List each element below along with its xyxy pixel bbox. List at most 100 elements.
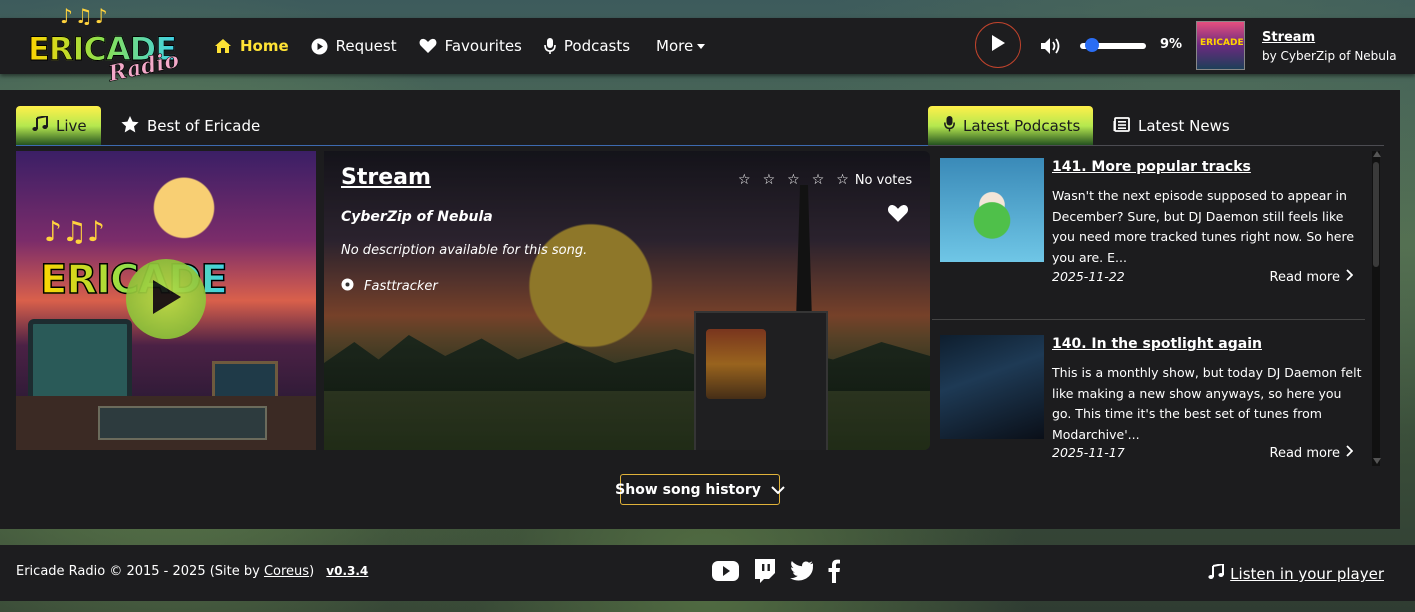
rating-star-5-icon[interactable]: ☆ <box>836 172 849 188</box>
podcast-divider <box>932 319 1365 320</box>
podcast-scrollbar-thumb[interactable] <box>1373 162 1379 267</box>
chevron-right-icon <box>1346 269 1354 285</box>
thumbnail-logo-text: ERICADE <box>1200 38 1244 48</box>
podcast-title-link[interactable]: 141. More popular tracks <box>1052 159 1251 175</box>
podcast-date: 2025-11-17 <box>1052 445 1125 460</box>
nav-favourites-label: Favourites <box>444 37 522 55</box>
microphone-icon <box>544 37 556 55</box>
chevron-right-icon <box>1346 445 1354 461</box>
music-note-icon <box>1208 562 1225 584</box>
song-rating: ☆ ☆ ☆ ☆ ☆ No votes <box>738 172 912 188</box>
music-notes-icon: ♪♫♪ <box>60 4 110 28</box>
version-link[interactable]: v0.3.4 <box>326 564 368 578</box>
song-info-panel: Stream CyberZip of Nebula No description… <box>324 151 930 450</box>
tab-live[interactable]: Live <box>16 106 101 146</box>
podcast-excerpt: Wasn't the next episode supposed to appe… <box>1052 188 1355 265</box>
now-playing-thumbnail[interactable]: ERICADE <box>1196 21 1245 70</box>
podcast-excerpt: This is a monthly show, but today DJ Dae… <box>1052 365 1362 442</box>
art-keyboard <box>98 406 267 440</box>
read-more-label: Read more <box>1269 445 1340 461</box>
site-author-link[interactable]: Coreus <box>264 564 309 579</box>
tab-live-label: Live <box>56 117 87 135</box>
right-tabs-divider <box>928 145 1384 146</box>
now-playing-title-link[interactable]: Stream <box>1262 30 1315 45</box>
ericade-logo[interactable]: ♪♫♪ ERICADE Radio <box>24 4 184 87</box>
show-song-history-label: Show song history <box>615 481 761 498</box>
song-description: No description available for this song. <box>341 243 588 258</box>
song-tracker-name: Fasttracker <box>364 279 438 294</box>
tab-latest-podcasts-label: Latest Podcasts <box>963 117 1081 135</box>
copyright-text: Ericade Radio © 2015 - 2025 (Site by <box>16 564 264 579</box>
nav-favourites[interactable]: Favourites <box>419 37 522 55</box>
nav-home-label: Home <box>240 37 289 55</box>
song-title-link[interactable]: Stream <box>341 165 431 190</box>
tab-latest-news-label: Latest News <box>1138 117 1230 135</box>
listen-in-player-link[interactable]: Listen in your player <box>1208 562 1384 584</box>
microphone-icon <box>944 116 955 136</box>
art-music-notes-icon: ♪♫♪ <box>44 215 105 248</box>
rating-star-2-icon[interactable]: ☆ <box>763 172 776 188</box>
nav-more-dropdown[interactable]: More <box>656 37 706 55</box>
nav-podcasts-label: Podcasts <box>563 37 631 55</box>
art-retro-tv <box>28 319 132 407</box>
play-circle-icon <box>311 38 328 55</box>
star-icon <box>121 115 139 137</box>
podcast-thumbnail[interactable] <box>940 158 1044 262</box>
now-playing-artist: by CyberZip of Nebula <box>1262 49 1397 63</box>
disc-icon <box>341 278 354 295</box>
tab-best-of-label: Best of Ericade <box>147 117 261 135</box>
youtube-icon[interactable] <box>712 561 739 585</box>
volume-slider-handle[interactable] <box>1084 38 1099 52</box>
tab-latest-news[interactable]: Latest News <box>1097 106 1246 146</box>
rating-star-1-icon[interactable]: ☆ <box>738 172 751 188</box>
social-links <box>712 559 841 587</box>
nav-request[interactable]: Request <box>311 37 397 55</box>
volume-icon[interactable] <box>1040 37 1062 59</box>
nav-home[interactable]: Home <box>214 37 289 55</box>
read-more-label: Read more <box>1269 269 1340 285</box>
listen-in-player-label: Listen in your player <box>1230 565 1384 583</box>
podcast-list[interactable]: 141. More popular tracks Wasn't the next… <box>932 151 1384 466</box>
nav-request-label: Request <box>335 37 397 55</box>
favourite-heart-icon[interactable] <box>887 204 909 227</box>
nav-more-label: More <box>656 37 694 55</box>
copyright-close: ) <box>309 564 315 579</box>
newspaper-icon <box>1113 116 1130 136</box>
main-nav: Home Request Favourites Podcasts More <box>214 18 727 74</box>
music-note-icon <box>32 114 48 136</box>
scroll-down-arrow-icon[interactable] <box>1373 458 1381 464</box>
song-tracker-info: Fasttracker <box>341 278 438 295</box>
scroll-up-arrow-icon[interactable] <box>1373 151 1381 157</box>
top-navbar: ♪♫♪ ERICADE Radio Home Request Favourite… <box>0 4 1415 87</box>
home-icon <box>214 38 232 54</box>
twitter-icon[interactable] <box>789 561 814 585</box>
twitch-icon[interactable] <box>753 559 775 587</box>
album-play-button[interactable] <box>126 259 206 339</box>
footer-copyright: Ericade Radio © 2015 - 2025 (Site by Cor… <box>16 564 368 579</box>
song-artist: CyberZip of Nebula <box>341 209 493 225</box>
site-footer: Ericade Radio © 2015 - 2025 (Site by Cor… <box>0 545 1415 601</box>
read-more-link[interactable]: Read more <box>1269 269 1354 285</box>
rating-star-4-icon[interactable]: ☆ <box>812 172 825 188</box>
rating-star-3-icon[interactable]: ☆ <box>787 172 800 188</box>
tabs-divider <box>16 145 930 146</box>
song-album-art[interactable]: ♪♫♪ ERICADE <box>16 151 316 450</box>
volume-percentage: 9% <box>1160 37 1183 52</box>
read-more-link[interactable]: Read more <box>1269 445 1354 461</box>
vote-count: No votes <box>854 172 913 188</box>
facebook-icon[interactable] <box>827 559 841 587</box>
podcast-title-link[interactable]: 140. In the spotlight again <box>1052 336 1262 352</box>
show-song-history-button[interactable]: Show song history <box>615 474 785 505</box>
nav-podcasts[interactable]: Podcasts <box>544 37 630 55</box>
player-play-button[interactable] <box>975 22 1021 68</box>
heart-icon <box>419 38 437 54</box>
caret-down-icon <box>697 43 706 49</box>
podcast-thumbnail[interactable] <box>940 335 1044 439</box>
play-icon <box>149 278 183 320</box>
tab-latest-podcasts[interactable]: Latest Podcasts <box>928 106 1093 146</box>
play-icon <box>990 34 1006 56</box>
chevron-down-icon <box>771 482 785 498</box>
tab-best-of-ericade[interactable]: Best of Ericade <box>105 106 276 146</box>
podcast-date: 2025-11-22 <box>1052 269 1125 284</box>
main-panel: Live Best of Ericade Latest Podcasts Lat… <box>0 90 1400 529</box>
